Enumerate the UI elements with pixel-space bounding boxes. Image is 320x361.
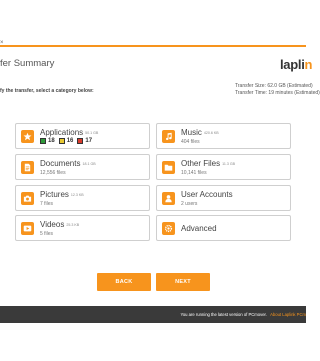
badge-green: 18 bbox=[40, 138, 55, 144]
laplink-logo: laplin bbox=[280, 57, 312, 72]
category-name: Music bbox=[181, 128, 202, 137]
badge-count: 16 bbox=[66, 138, 74, 144]
transfer-info: Transfer Size: 62.0 GB (Estimated) Trans… bbox=[235, 83, 320, 96]
category-label: Videos 25.3 KB bbox=[40, 220, 79, 229]
category-label: Advanced bbox=[181, 224, 217, 233]
category-pictures[interactable]: Pictures 12.3 KB 7 files bbox=[15, 185, 150, 211]
yellow-square-icon bbox=[58, 138, 65, 144]
category-other-files[interactable]: Other Files 11.3 GB 10,141 files bbox=[156, 154, 291, 180]
footer-message: You are running the latest version of PC… bbox=[180, 312, 267, 317]
category-count: 10,141 files bbox=[181, 170, 207, 176]
red-square-icon bbox=[77, 138, 84, 144]
category-size: 18.1 GB bbox=[82, 161, 96, 166]
category-label: Documents 18.1 GB bbox=[40, 159, 96, 168]
transfer-time: Transfer Time: 19 minutes (Estimated) bbox=[235, 89, 320, 96]
logo-accent: n bbox=[304, 57, 313, 72]
category-size: 12.3 KB bbox=[70, 192, 84, 197]
user-icon bbox=[162, 192, 175, 205]
badge-yellow: 16 bbox=[58, 138, 74, 144]
about-link[interactable]: About Laplink PCm bbox=[270, 312, 306, 317]
category-count: 5 files bbox=[40, 231, 54, 237]
category-label: Pictures 12.3 KB bbox=[40, 190, 84, 199]
category-label: Other Files 11.3 GB bbox=[181, 159, 235, 168]
instruction-text: fy the transfer, select a category below… bbox=[0, 88, 94, 94]
category-name: Videos bbox=[40, 220, 65, 229]
video-play-icon bbox=[21, 222, 34, 235]
category-name: Advanced bbox=[181, 224, 217, 233]
category-name: Other Files bbox=[181, 159, 221, 168]
logo-main: lapli bbox=[280, 57, 305, 72]
category-size: 25.3 KB bbox=[66, 222, 80, 227]
category-label: Music 420.6 KB bbox=[181, 128, 219, 137]
category-size: 420.6 KB bbox=[203, 130, 219, 135]
window-header: × bbox=[0, 0, 306, 47]
category-advanced[interactable]: Advanced bbox=[156, 215, 291, 241]
category-name: User Accounts bbox=[181, 190, 233, 199]
back-button[interactable]: BACK bbox=[97, 273, 151, 291]
music-note-icon bbox=[162, 130, 175, 143]
category-applications[interactable]: Applications 50.1 GB 18 16 17 bbox=[15, 123, 150, 149]
badge-count: 17 bbox=[85, 138, 93, 144]
next-button[interactable]: NEXT bbox=[156, 273, 210, 291]
green-square-icon bbox=[40, 138, 46, 144]
category-music[interactable]: Music 420.6 KB 404 files bbox=[156, 123, 291, 149]
category-name: Applications bbox=[40, 128, 84, 137]
category-size: 50.1 GB bbox=[85, 130, 99, 135]
transfer-size: Transfer Size: 62.0 GB (Estimated) bbox=[235, 83, 313, 89]
category-documents[interactable]: Documents 18.1 GB 12,556 files bbox=[15, 154, 150, 180]
category-count: 7 files bbox=[40, 201, 54, 207]
category-videos[interactable]: Videos 25.3 KB 5 files bbox=[15, 215, 150, 241]
document-icon bbox=[21, 161, 34, 174]
camera-icon bbox=[21, 192, 34, 205]
star-icon bbox=[21, 130, 34, 143]
badge-red: 17 bbox=[77, 138, 92, 144]
category-user-accounts[interactable]: User Accounts 2 users bbox=[156, 185, 291, 211]
category-count: 2 users bbox=[181, 201, 198, 207]
category-name: Pictures bbox=[40, 190, 69, 199]
category-count: 404 files bbox=[181, 139, 200, 145]
footer-status: You are running the latest version of PC… bbox=[180, 312, 306, 317]
close-icon[interactable]: × bbox=[0, 40, 4, 46]
folder-icon bbox=[162, 161, 175, 174]
page-title: fer Summary bbox=[0, 58, 55, 69]
category-count: 12,556 files bbox=[40, 170, 66, 176]
category-label: Applications 50.1 GB bbox=[40, 128, 98, 137]
badge-count: 18 bbox=[48, 138, 55, 144]
category-size: 11.3 GB bbox=[222, 161, 236, 166]
category-label: User Accounts bbox=[181, 190, 233, 199]
gear-icon bbox=[162, 222, 175, 235]
category-name: Documents bbox=[40, 159, 81, 168]
footer-bar: You are running the latest version of PC… bbox=[0, 306, 306, 323]
app-compat-badges: 18 16 17 bbox=[40, 138, 92, 144]
